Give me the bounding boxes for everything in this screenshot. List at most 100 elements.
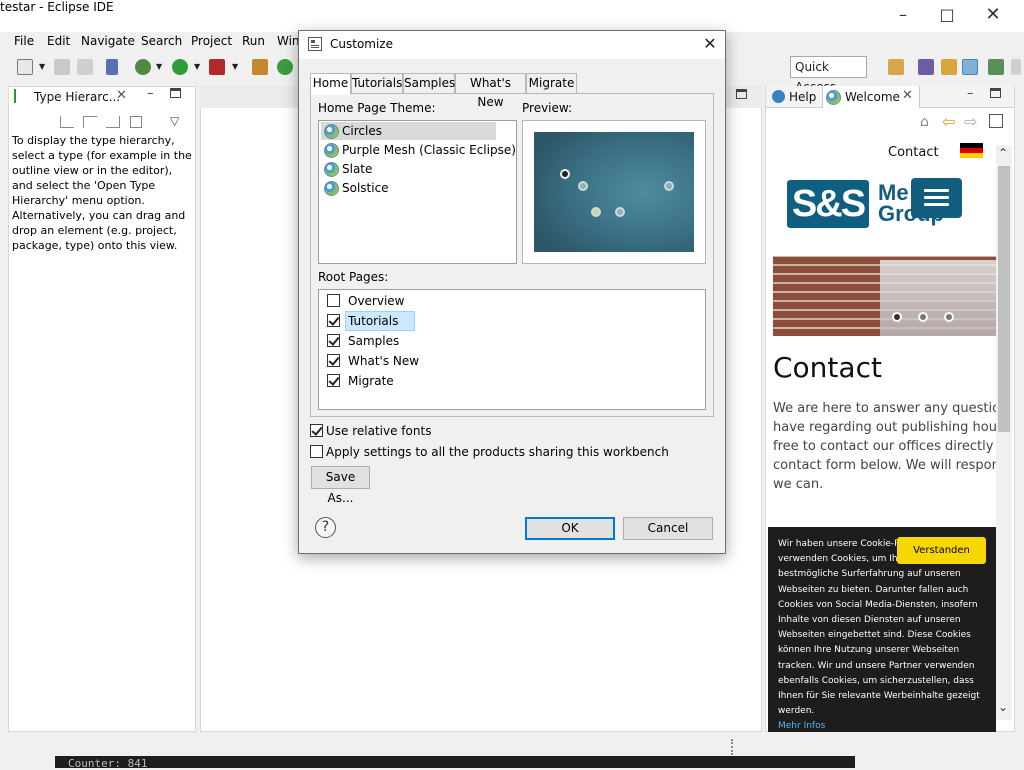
save-as-button[interactable]: Save As... — [311, 466, 370, 505]
checkbox-migrate[interactable] — [327, 374, 340, 387]
checkbox-whats-new[interactable] — [327, 354, 340, 367]
menu-window[interactable]: Win — [277, 34, 300, 48]
tab-home[interactable]: Home — [310, 73, 351, 95]
run-external-tool-icon[interactable] — [209, 59, 225, 75]
java-perspective-icon[interactable] — [962, 59, 978, 75]
accept-cookies-button[interactable]: Verstanden — [897, 537, 986, 564]
hamburger-menu-icon[interactable] — [911, 178, 962, 218]
history-icon[interactable] — [130, 116, 142, 128]
maximize-view-icon[interactable] — [170, 88, 181, 98]
resource-perspective-icon[interactable] — [941, 59, 957, 75]
new-icon[interactable] — [17, 59, 33, 75]
tab-tutorials[interactable]: Tutorials — [351, 73, 403, 94]
minimize-view-icon[interactable]: – — [967, 86, 974, 101]
maximize-editor-icon[interactable] — [736, 89, 747, 99]
scroll-thumb[interactable] — [998, 166, 1010, 432]
show-type-hierarchy-icon[interactable] — [60, 116, 74, 128]
root-page-samples[interactable]: Samples — [348, 334, 399, 348]
customize-page-icon[interactable] — [989, 114, 1003, 128]
dialog-title: Customize — [330, 37, 393, 51]
apply-all-label[interactable]: Apply settings to all the products shari… — [326, 445, 669, 459]
theme-item-circles[interactable]: Circles — [342, 122, 382, 141]
console-text: Counter: 841 — [68, 757, 148, 770]
circles-theme-icon — [324, 124, 339, 139]
tab-whats-new[interactable]: What's New — [455, 73, 526, 109]
german-flag-icon[interactable] — [960, 143, 983, 158]
close-tab-icon[interactable]: ✕ — [116, 88, 127, 103]
dropdown-arrow-icon[interactable]: ▼ — [194, 62, 200, 71]
help-button[interactable]: ? — [315, 517, 336, 538]
quick-access-input[interactable]: Quick Access — [790, 56, 867, 94]
maximize-view-icon[interactable] — [990, 88, 1001, 98]
menu-search[interactable]: Search — [141, 34, 182, 48]
preview-label: Preview: — [522, 101, 573, 115]
debug-icon[interactable] — [135, 59, 151, 75]
menu-file[interactable]: File — [14, 34, 34, 48]
minimize-icon[interactable]: – — [880, 0, 926, 32]
theme-item-slate[interactable]: Slate — [342, 160, 372, 179]
git-perspective-icon[interactable] — [988, 59, 1004, 75]
package-icon[interactable] — [252, 59, 268, 75]
welcome-tab[interactable]: Welcome — [845, 90, 900, 104]
menu-navigate[interactable]: Navigate — [81, 34, 135, 48]
run-icon[interactable] — [172, 59, 188, 75]
view-menu-icon[interactable]: ▽ — [170, 114, 179, 128]
carousel-dot[interactable] — [892, 312, 902, 322]
console-strip — [55, 756, 855, 768]
open-perspective-icon[interactable] — [888, 59, 904, 75]
refresh-icon[interactable] — [277, 59, 293, 75]
maximize-icon[interactable]: □ — [924, 0, 970, 32]
theme-item-solstice[interactable]: Solstice — [342, 179, 389, 198]
contact-link[interactable]: Contact — [888, 145, 939, 160]
menu-edit[interactable]: Edit — [47, 34, 70, 48]
back-icon[interactable]: ⇦ — [942, 112, 955, 131]
show-supertype-hierarchy-icon[interactable] — [83, 116, 97, 128]
carousel-dot[interactable] — [944, 312, 954, 322]
dropdown-arrow-icon[interactable]: ▼ — [39, 62, 45, 71]
root-page-whats-new[interactable]: What's New — [348, 354, 419, 368]
theme-item-purple-mesh[interactable]: Purple Mesh (Classic Eclipse) — [342, 141, 516, 160]
theme-label: Home Page Theme: — [318, 101, 436, 115]
close-tab-icon[interactable]: ✕ — [902, 88, 913, 103]
root-page-migrate[interactable]: Migrate — [348, 374, 394, 388]
more-perspectives-icon[interactable] — [1011, 59, 1021, 75]
dialog-close-icon[interactable]: ✕ — [700, 33, 720, 55]
checkbox-use-relative-fonts[interactable] — [310, 424, 323, 437]
root-page-overview[interactable]: Overview — [348, 294, 405, 308]
checkbox-samples[interactable] — [327, 334, 340, 347]
slate-theme-icon — [324, 162, 339, 177]
scroll-down-icon[interactable]: ⌄ — [998, 700, 1008, 714]
checkbox-overview[interactable] — [327, 294, 340, 307]
window-title: testar - Eclipse IDE — [0, 0, 114, 14]
menu-run[interactable]: Run — [242, 34, 265, 48]
save-all-icon[interactable] — [77, 59, 93, 75]
debug-perspective-icon[interactable] — [918, 59, 934, 75]
menu-project[interactable]: Project — [191, 34, 232, 48]
carousel-dot[interactable] — [918, 312, 928, 322]
dropdown-arrow-icon[interactable]: ▼ — [232, 62, 238, 71]
cookie-message: Wir haben unsere Cookie-Policy geändert.… — [778, 539, 985, 717]
minimize-view-icon[interactable]: – — [147, 86, 154, 101]
close-icon[interactable]: ✕ — [970, 0, 1016, 32]
ok-button[interactable]: OK — [525, 517, 615, 540]
dropdown-arrow-icon[interactable]: ▼ — [156, 62, 162, 71]
help-icon — [772, 90, 785, 103]
type-hierarchy-tab[interactable]: Type Hierarc... — [34, 90, 120, 104]
home-icon[interactable]: ⌂ — [920, 114, 929, 130]
help-tab[interactable]: Help — [789, 90, 816, 104]
save-icon[interactable] — [54, 59, 70, 75]
use-relative-fonts-label[interactable]: Use relative fonts — [326, 424, 431, 438]
more-info-link[interactable]: Mehr Infos — [778, 719, 988, 734]
tab-samples[interactable]: Samples — [403, 73, 455, 94]
cancel-button[interactable]: Cancel — [623, 517, 713, 540]
root-page-tutorials[interactable]: Tutorials — [348, 314, 398, 328]
checkbox-apply-all[interactable] — [310, 445, 323, 458]
contact-body-line: contact form below. We will respond a — [773, 458, 997, 473]
pin-icon[interactable] — [106, 59, 118, 75]
scroll-up-icon[interactable]: ⌃ — [998, 146, 1008, 160]
tab-migrate[interactable]: Migrate — [526, 73, 577, 94]
checkbox-tutorials[interactable] — [327, 314, 340, 327]
show-subtype-hierarchy-icon[interactable] — [106, 116, 120, 128]
forward-icon[interactable]: ⇨ — [964, 112, 977, 131]
type-hierarchy-message: To display the type hierarchy, select a … — [12, 134, 192, 252]
